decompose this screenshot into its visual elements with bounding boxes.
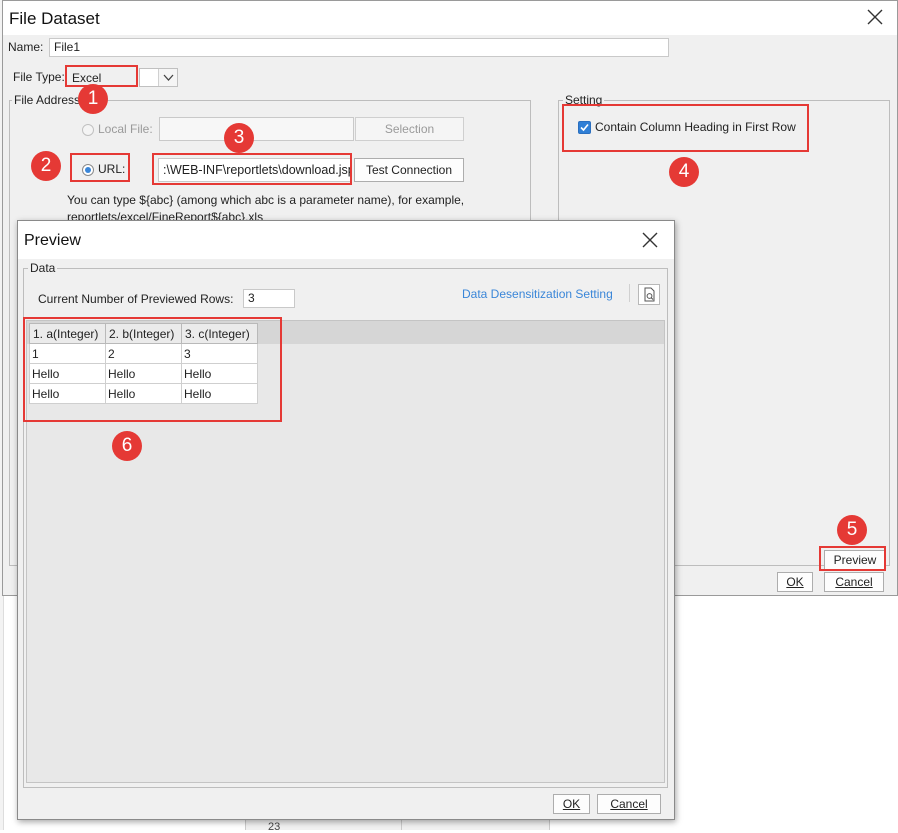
main-cancel-button[interactable]: Cancel xyxy=(824,572,884,592)
test-connection-button[interactable]: Test Connection xyxy=(354,158,464,182)
preview-cancel-button[interactable]: Cancel xyxy=(597,794,661,814)
parameter-hint-line1: You can type ${abc} (among which abc is … xyxy=(67,193,465,207)
preview-titlebar xyxy=(18,221,674,259)
name-label: Name: xyxy=(8,40,44,54)
local-file-input[interactable] xyxy=(159,117,354,141)
main-ok-button[interactable]: OK xyxy=(777,572,813,592)
close-icon[interactable] xyxy=(640,230,660,250)
preview-dialog-title: Preview xyxy=(24,232,81,249)
annotation-box-setting xyxy=(562,104,809,152)
annotation-box-table xyxy=(23,317,282,422)
data-group-title: Data xyxy=(28,261,58,275)
annotation-box-url xyxy=(70,153,130,182)
annotation-box-preview xyxy=(819,546,886,571)
annotation-badge-1: 1 xyxy=(78,84,108,114)
annotation-badge-5: 5 xyxy=(837,515,867,545)
background-row-number: 23 xyxy=(268,821,281,833)
file-type-label: File Type: xyxy=(13,70,65,84)
chevron-down-icon[interactable] xyxy=(158,69,177,86)
main-titlebar xyxy=(3,1,897,35)
file-type-dropdown[interactable] xyxy=(139,68,178,87)
data-desensitization-link[interactable]: Data Desensitization Setting xyxy=(462,287,613,301)
close-icon[interactable] xyxy=(865,7,885,27)
dialog-title: File Dataset xyxy=(9,9,100,28)
local-file-label: Local File: xyxy=(98,122,153,136)
annotation-badge-6: 6 xyxy=(112,431,142,461)
annotation-badge-2: 2 xyxy=(31,151,61,181)
annotation-badge-4: 4 xyxy=(669,157,699,187)
name-input[interactable]: File1 xyxy=(49,38,669,57)
preview-ok-button[interactable]: OK xyxy=(553,794,590,814)
toolbar-divider xyxy=(629,284,630,302)
previewed-rows-label: Current Number of Previewed Rows: xyxy=(38,292,234,306)
annotation-badge-3: 3 xyxy=(224,123,254,153)
local-file-radio[interactable] xyxy=(82,124,94,136)
file-address-group-title: File Address xyxy=(12,93,83,107)
annotation-box-file-type xyxy=(65,65,138,87)
annotation-box-url-input xyxy=(152,153,352,185)
search-document-icon[interactable] xyxy=(638,284,660,305)
previewed-rows-input[interactable]: 3 xyxy=(243,289,295,308)
selection-button[interactable]: Selection xyxy=(355,117,464,141)
preview-dialog: Preview Data Current Number of Previewed… xyxy=(17,220,675,820)
